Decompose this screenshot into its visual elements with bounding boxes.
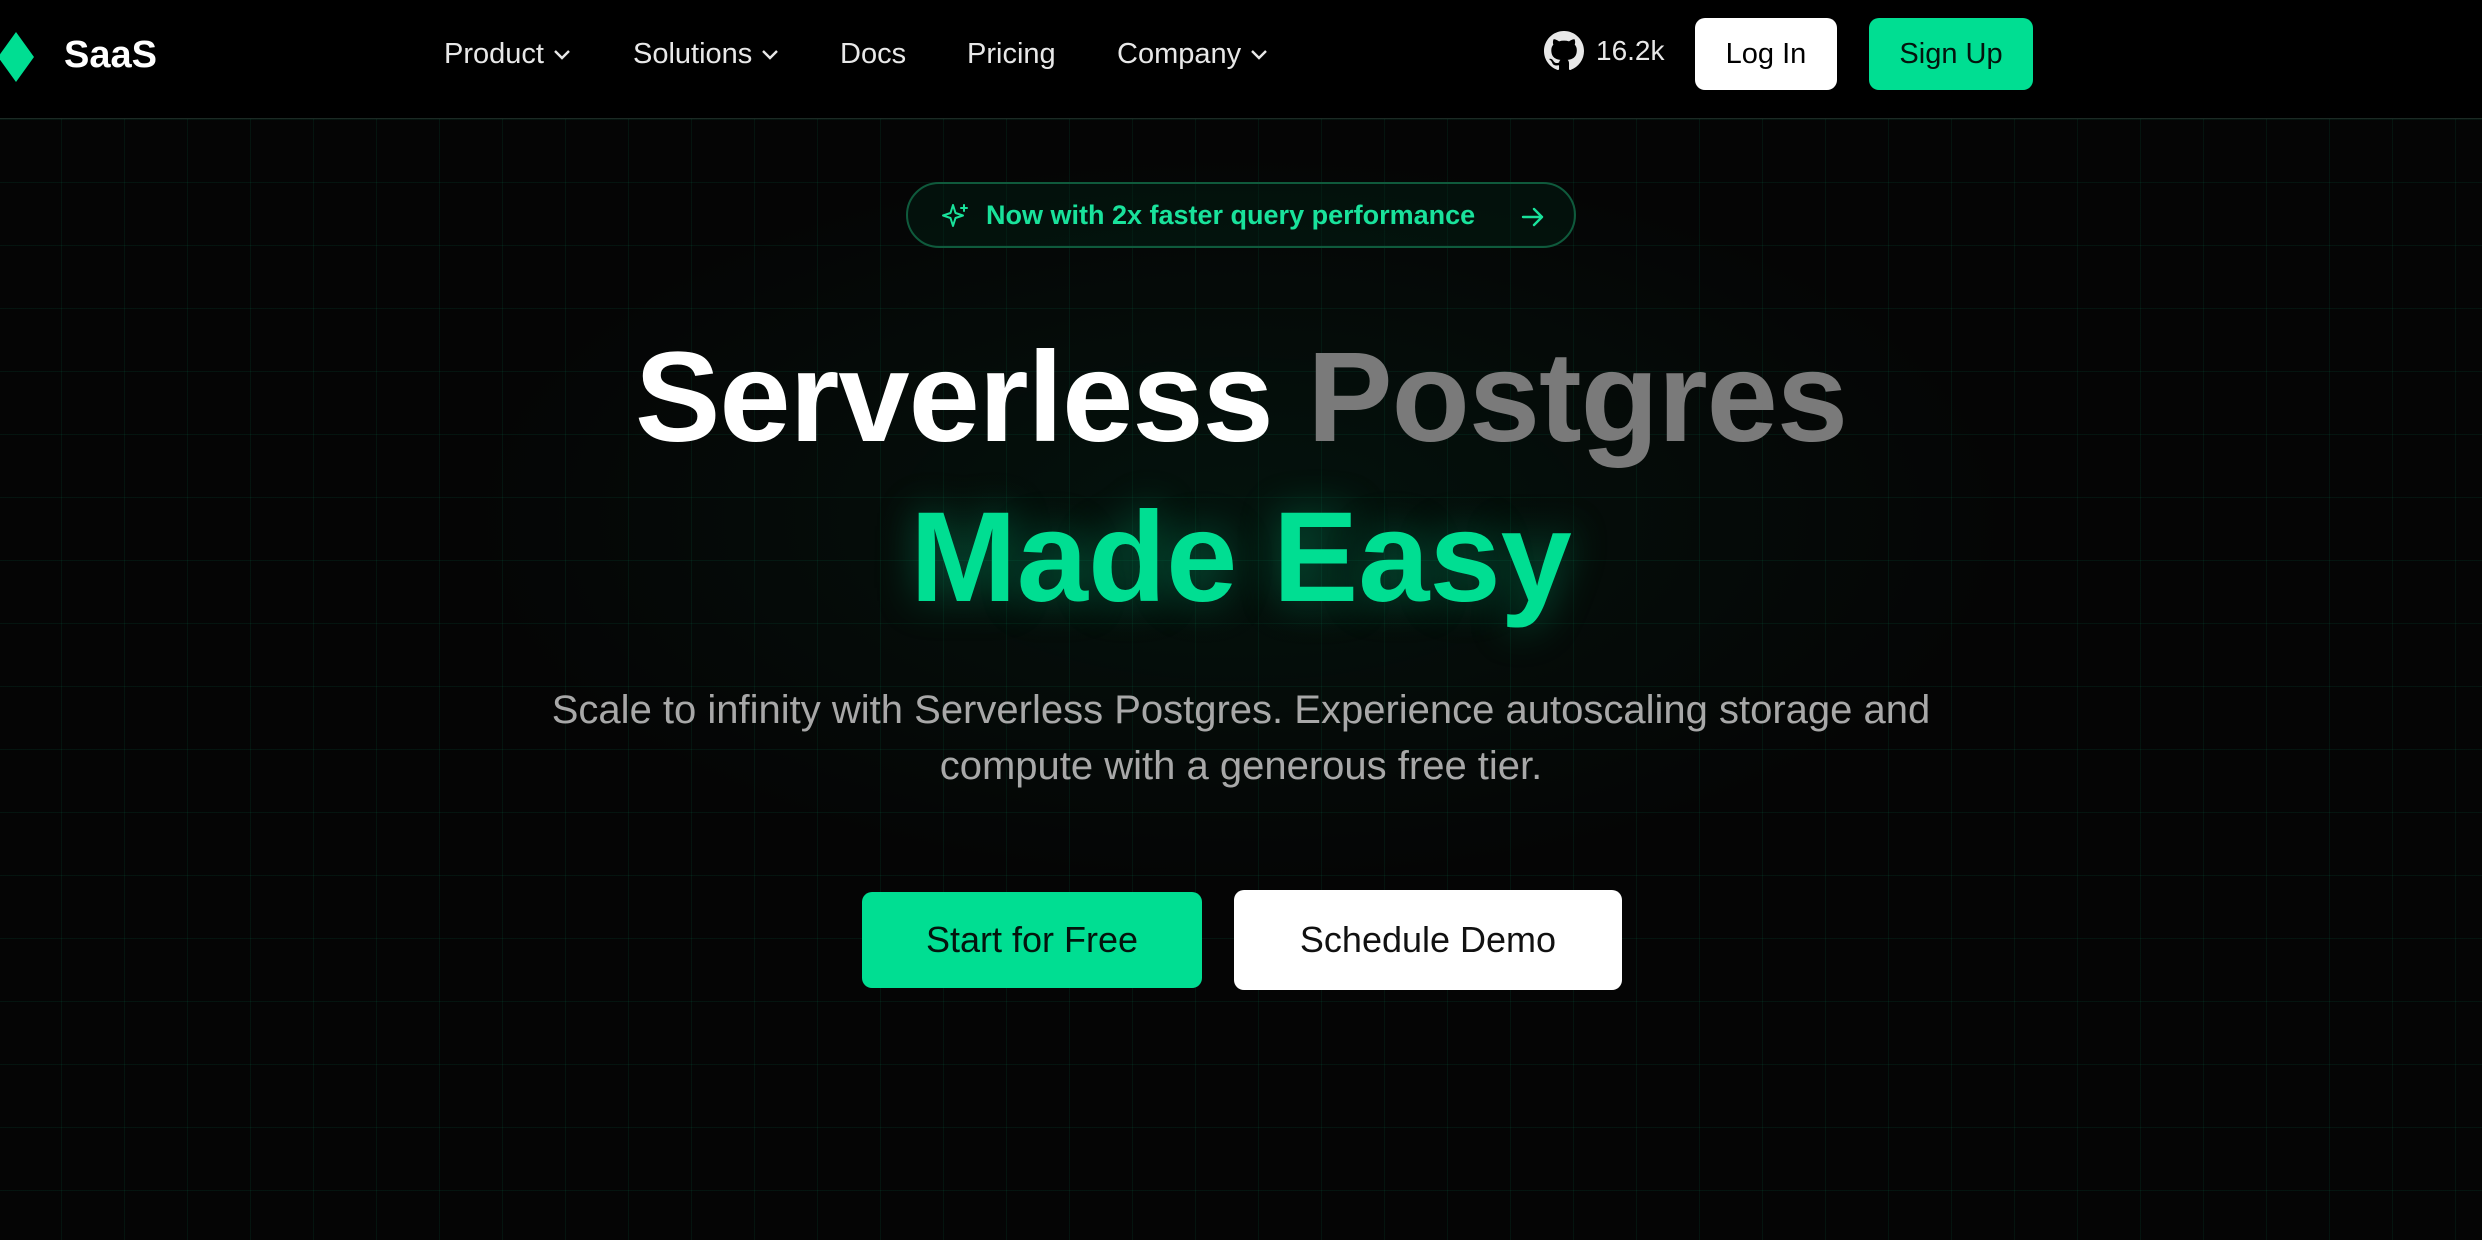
nav-company-label: Company: [1117, 37, 1242, 70]
schedule-demo-button[interactable]: Schedule Demo: [1234, 890, 1622, 990]
announcement-pill[interactable]: Now with 2x faster query performance: [906, 182, 1576, 248]
signup-button[interactable]: Sign Up: [1869, 18, 2033, 90]
chevron-down-icon: [1251, 50, 1267, 60]
hero-title-gray: Postgres: [1307, 326, 1848, 469]
hero-title-accent: Made Easy: [910, 486, 1572, 629]
hero-subtitle-line1: Scale to infinity with Serverless Postgr…: [551, 688, 1931, 732]
nav-pricing-label: Pricing: [967, 37, 1056, 70]
sparkle-icon: [942, 204, 968, 227]
chevron-down-icon: [554, 50, 570, 60]
brand-name: SaaS: [64, 34, 157, 76]
start-free-button[interactable]: Start for Free: [862, 892, 1202, 988]
nav-pricing[interactable]: Pricing: [967, 34, 1056, 74]
nav-company[interactable]: Company: [1117, 34, 1269, 74]
nav-solutions[interactable]: Solutions: [633, 34, 780, 74]
nav-product-label: Product: [444, 37, 544, 70]
top-navbar: SaaS Product Solutions Docs Pricing Comp…: [0, 0, 2482, 119]
background-glow: [0, 119, 2482, 1240]
hero-subtitle-line2: compute with a generous free tier.: [939, 744, 1543, 788]
arrow-right-icon: [1521, 207, 1544, 227]
hero-title-line1: Serverless Postgres: [0, 318, 2482, 478]
announcement-text: Now with 2x faster query performance: [986, 200, 1476, 230]
github-stars-link[interactable]: 16.2k: [1544, 31, 1665, 71]
hero-title-white: Serverless: [635, 326, 1274, 469]
github-icon: [1544, 31, 1584, 71]
nav-docs-label: Docs: [840, 37, 907, 70]
chevron-down-icon: [762, 50, 779, 60]
hero-subtitle: Scale to infinity with Serverless Postgr…: [500, 682, 1982, 794]
diamond-logo-icon: [0, 32, 34, 82]
nav-docs[interactable]: Docs: [840, 34, 906, 74]
nav-product[interactable]: Product: [444, 34, 572, 74]
github-star-count: 16.2k: [1596, 35, 1665, 66]
login-button[interactable]: Log In: [1695, 18, 1837, 90]
nav-solutions-label: Solutions: [633, 37, 753, 70]
